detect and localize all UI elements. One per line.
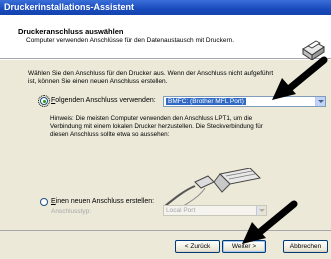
new-port-radio[interactable] <box>40 198 48 206</box>
existing-port-radio[interactable] <box>38 95 50 107</box>
port-type-label: Anschlusstyp: <box>51 208 92 215</box>
annotation-arrow <box>242 200 298 244</box>
wizard-header: Druckeranschluss auswählen Computer verw… <box>0 15 331 61</box>
existing-port-label[interactable]: Folgenden Anschluss verwenden: <box>51 97 156 104</box>
header-title: Druckeranschluss auswählen <box>18 27 124 36</box>
window-titlebar: Druckerinstallations-Assistent <box>0 0 331 15</box>
header-subtitle: Computer verwenden Anschlüsse für den Da… <box>26 37 235 44</box>
back-button[interactable]: < Zurück <box>175 240 220 253</box>
annotation-arrow <box>272 56 328 100</box>
hint-text: Hinweis: Die meisten Computer verwenden … <box>50 115 263 138</box>
new-port-label[interactable]: Einen neuen Anschluss erstellen: <box>51 198 154 205</box>
window-title: Druckerinstallations-Assistent <box>4 2 135 12</box>
